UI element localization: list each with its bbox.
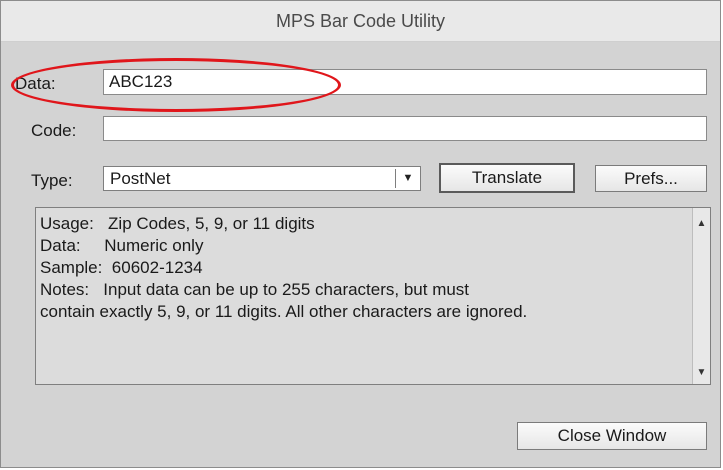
code-label: Code: bbox=[31, 121, 77, 140]
type-select-value: PostNet bbox=[110, 169, 171, 188]
prefs-button[interactable]: Prefs... bbox=[595, 165, 707, 192]
chevron-down-icon[interactable]: ▼ bbox=[396, 167, 420, 190]
app-window: MPS Bar Code Utility Data: ABC123 Code: … bbox=[0, 0, 721, 468]
type-label: Type: bbox=[31, 171, 73, 190]
type-select[interactable]: PostNet ▼ bbox=[103, 166, 421, 191]
info-text-area[interactable]: Usage: Zip Codes, 5, 9, or 11 digits Dat… bbox=[35, 207, 711, 385]
scroll-up-arrow-icon[interactable]: ▲ bbox=[693, 218, 710, 229]
window-title: MPS Bar Code Utility bbox=[1, 1, 720, 42]
code-input[interactable] bbox=[103, 116, 707, 141]
data-label: Data: bbox=[15, 74, 56, 93]
scrollbar[interactable]: ▲ ▼ bbox=[692, 208, 710, 384]
info-text: Usage: Zip Codes, 5, 9, or 11 digits Dat… bbox=[40, 214, 528, 321]
scroll-down-arrow-icon[interactable]: ▼ bbox=[693, 367, 710, 378]
translate-button[interactable]: Translate bbox=[439, 163, 575, 193]
close-window-button[interactable]: Close Window bbox=[517, 422, 707, 450]
data-input[interactable]: ABC123 bbox=[103, 69, 707, 95]
